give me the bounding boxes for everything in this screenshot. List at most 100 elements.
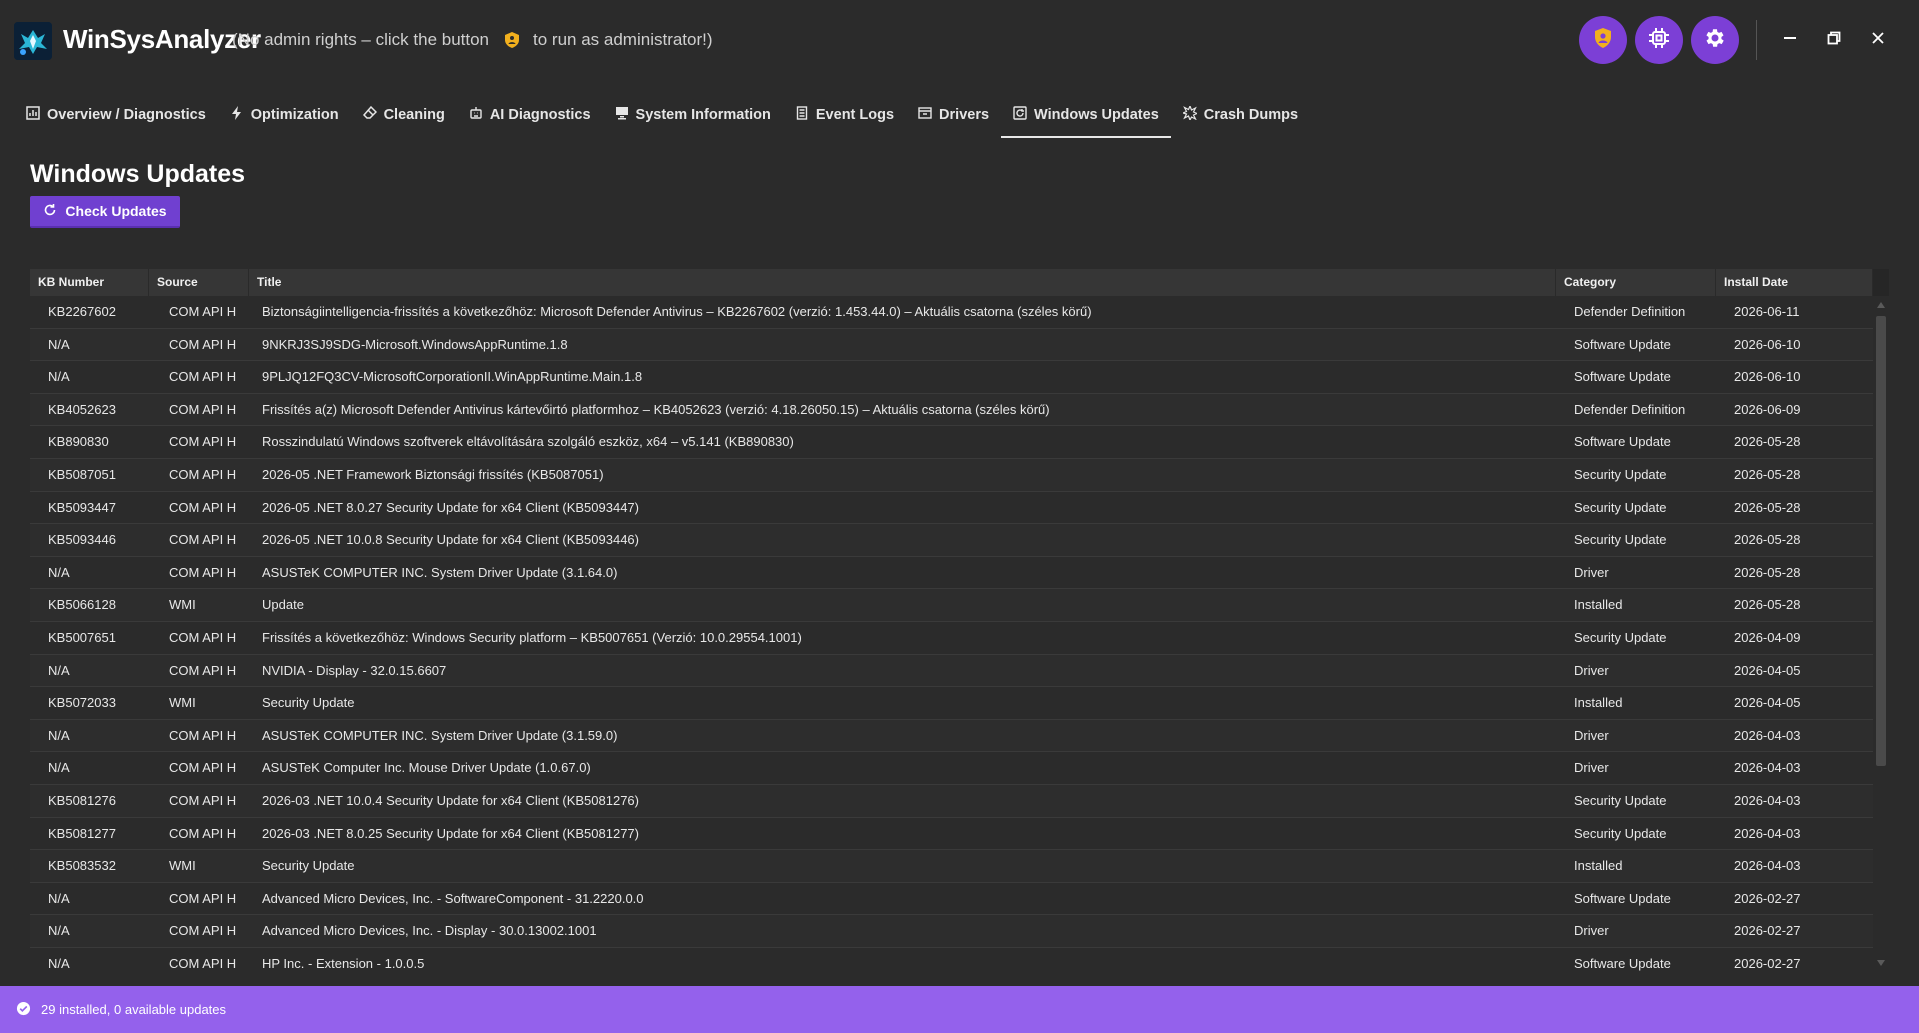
install-date-cell: 2026-02-27	[1734, 890, 1801, 906]
install-date-cell: 2026-05-28	[1734, 434, 1801, 450]
table-row[interactable]: KB5093446 COM API H 2026-05 .NET 10.0.8 Se…	[30, 524, 1873, 557]
title-cell: ASUSTeK COMPUTER INC. System Driver Upda…	[262, 727, 618, 743]
category-cell: Installed	[1574, 695, 1623, 711]
scroll-up-arrow-icon[interactable]	[1875, 298, 1887, 312]
tab-windows-updates[interactable]: Windows Updates	[1001, 95, 1171, 138]
kb-number-cell: N/A	[48, 662, 70, 678]
shield-icon	[1591, 26, 1615, 55]
restore-button[interactable]	[1820, 26, 1848, 54]
tab-cleaning[interactable]: Cleaning	[351, 95, 457, 135]
column-header-source[interactable]: Source	[149, 269, 249, 296]
category-cell: Security Update	[1574, 825, 1667, 841]
column-header-install-date[interactable]: Install Date	[1716, 269, 1873, 296]
table-row[interactable]: KB5007651 COM API H Frissítés a következőh…	[30, 621, 1873, 655]
table-row[interactable]: KB5066128 WMI Update Installed 2026-05-28	[30, 589, 1873, 622]
kb-number-cell: KB2267602	[48, 304, 116, 319]
table-row[interactable]: KB5093447 COM API H 2026-05 .NET 8.0.27 Se…	[30, 491, 1873, 525]
table-row[interactable]: KB5081277 COM API H 2026-03 .NET 8.0.25 Se…	[30, 817, 1873, 851]
table-row[interactable]: N/A COM API H Advanced Micro Devices, Inc.…	[30, 882, 1873, 916]
tab-label: AI Diagnostics	[489, 107, 591, 123]
table-row[interactable]: N/A COM API H HP Inc. - Extension - 1.0.0.…	[30, 947, 1873, 972]
minimize-button[interactable]	[1776, 26, 1804, 54]
table-row[interactable]: KB5087051 COM API H 2026-05 .NET Framework…	[30, 458, 1873, 492]
tab-ai-diagnostics[interactable]: AI Diagnostics	[457, 95, 603, 135]
title-cell: Update	[262, 597, 304, 613]
title-cell: 2026-03 .NET 8.0.25 Security Update for …	[262, 825, 639, 841]
table-row[interactable]: N/A COM API H 9PLJQ12FQ3CV-MicrosoftCorpor…	[30, 361, 1873, 394]
tab-event-logs[interactable]: Event Logs	[783, 95, 906, 135]
table-row[interactable]: N/A COM API H ASUSTeK COMPUTER INC. System…	[30, 719, 1873, 753]
title-cell: Frissítés a(z) Microsoft Defender Antivi…	[262, 401, 1050, 417]
tab-system-information[interactable]: System Information	[603, 95, 783, 135]
category-cell: Defender Definition	[1574, 401, 1686, 417]
vertical-scrollbar[interactable]	[1873, 296, 1889, 972]
category-cell: Security Update	[1574, 532, 1667, 548]
close-button[interactable]	[1864, 26, 1892, 54]
source-cell: COM API H	[169, 369, 237, 385]
source-cell: COM API H	[169, 662, 237, 678]
source-cell: COM API H	[169, 401, 237, 417]
title-cell: HP Inc. - Extension - 1.0.0.5	[262, 955, 425, 971]
admin-note-text-before: (No admin rights – click the button	[232, 30, 490, 49]
settings-button[interactable]	[1691, 16, 1739, 64]
title-cell: Advanced Micro Devices, Inc. - SoftwareC…	[262, 890, 644, 906]
check-updates-button[interactable]: Check Updates	[30, 196, 180, 228]
table-row[interactable]: KB5081276 COM API H 2026-03 .NET 10.0.4 Se…	[30, 784, 1873, 818]
kb-number-cell: KB5087051	[48, 466, 116, 482]
table-row[interactable]: KB2267602 COM API H Biztonságiintelligenci…	[30, 296, 1873, 329]
toolbar-divider	[1756, 20, 1757, 60]
install-date-cell: 2026-05-28	[1734, 466, 1801, 482]
category-cell: Driver	[1574, 727, 1609, 743]
category-cell: Installed	[1574, 597, 1623, 613]
source-cell: COM API H	[169, 304, 237, 319]
hardware-info-button[interactable]	[1635, 16, 1683, 64]
column-header-kb[interactable]: KB Number	[30, 269, 149, 296]
category-cell: Software Update	[1574, 434, 1671, 450]
table-row[interactable]: KB4052623 COM API H Frissítés a(z) Microso…	[30, 393, 1873, 427]
bar-chart-icon	[26, 106, 40, 124]
table-row[interactable]: KB5083532 WMI Security Update Installed 2026…	[30, 850, 1873, 883]
source-cell: WMI	[169, 858, 196, 874]
table-row[interactable]: KB5072033 WMI Security Update Installed 2026…	[30, 687, 1873, 720]
column-header-title[interactable]: Title	[249, 269, 1556, 296]
tab-crash-dumps[interactable]: Crash Dumps	[1171, 95, 1310, 135]
kb-number-cell: N/A	[48, 760, 70, 776]
close-icon	[1871, 31, 1885, 50]
kb-number-cell: KB5007651	[48, 629, 116, 645]
column-header-category[interactable]: Category	[1556, 269, 1716, 296]
scrollbar-thumb[interactable]	[1876, 316, 1886, 766]
install-date-cell: 2026-04-03	[1734, 760, 1801, 776]
tab-optimization[interactable]: Optimization	[218, 95, 351, 135]
table-row[interactable]: N/A COM API H ASUSTeK COMPUTER INC. System…	[30, 556, 1873, 590]
table-row[interactable]: KB890830 COM API H Rosszindulatú Windows s…	[30, 426, 1873, 459]
tab-label: Crash Dumps	[1203, 107, 1299, 123]
install-date-cell: 2026-04-05	[1734, 662, 1801, 678]
source-cell: COM API H	[169, 564, 237, 580]
install-date-cell: 2026-06-10	[1734, 369, 1801, 385]
tab-drivers[interactable]: Drivers	[906, 95, 1001, 135]
kb-number-cell: KB5083532	[48, 858, 116, 874]
kb-number-cell: KB5072033	[48, 695, 116, 711]
eraser-icon	[362, 105, 377, 124]
source-cell: WMI	[169, 695, 196, 711]
table-row[interactable]: N/A COM API H Advanced Micro Devices, Inc.…	[30, 915, 1873, 948]
gear-icon	[1703, 26, 1727, 55]
scroll-down-arrow-icon[interactable]	[1875, 956, 1887, 970]
table-row[interactable]: N/A COM API H 9NKRJ3SJ9SDG-Microsoft.Windo…	[30, 328, 1873, 362]
kb-number-cell: N/A	[48, 336, 70, 352]
kb-number-cell: N/A	[48, 923, 70, 939]
title-bar: WinSysAnalyzer (No admin rights – click …	[0, 0, 1919, 80]
table-row[interactable]: N/A COM API H NVIDIA - Display - 32.0.15.6…	[30, 654, 1873, 688]
tab-label: Overview / Diagnostics	[47, 107, 206, 123]
category-cell: Driver	[1574, 760, 1609, 776]
restore-icon	[1827, 31, 1841, 50]
source-cell: WMI	[169, 597, 196, 613]
tab-overview[interactable]: Overview / Diagnostics	[14, 95, 218, 135]
refresh-icon	[43, 203, 57, 220]
admin-rights-note: (No admin rights – click the button to r…	[232, 30, 713, 50]
install-date-cell: 2026-04-03	[1734, 825, 1801, 841]
run-as-admin-button[interactable]	[1579, 16, 1627, 64]
table-row[interactable]: N/A COM API H ASUSTeK Computer Inc. Mouse …	[30, 752, 1873, 785]
category-cell: Driver	[1574, 662, 1609, 678]
tab-label: Cleaning	[383, 107, 445, 123]
